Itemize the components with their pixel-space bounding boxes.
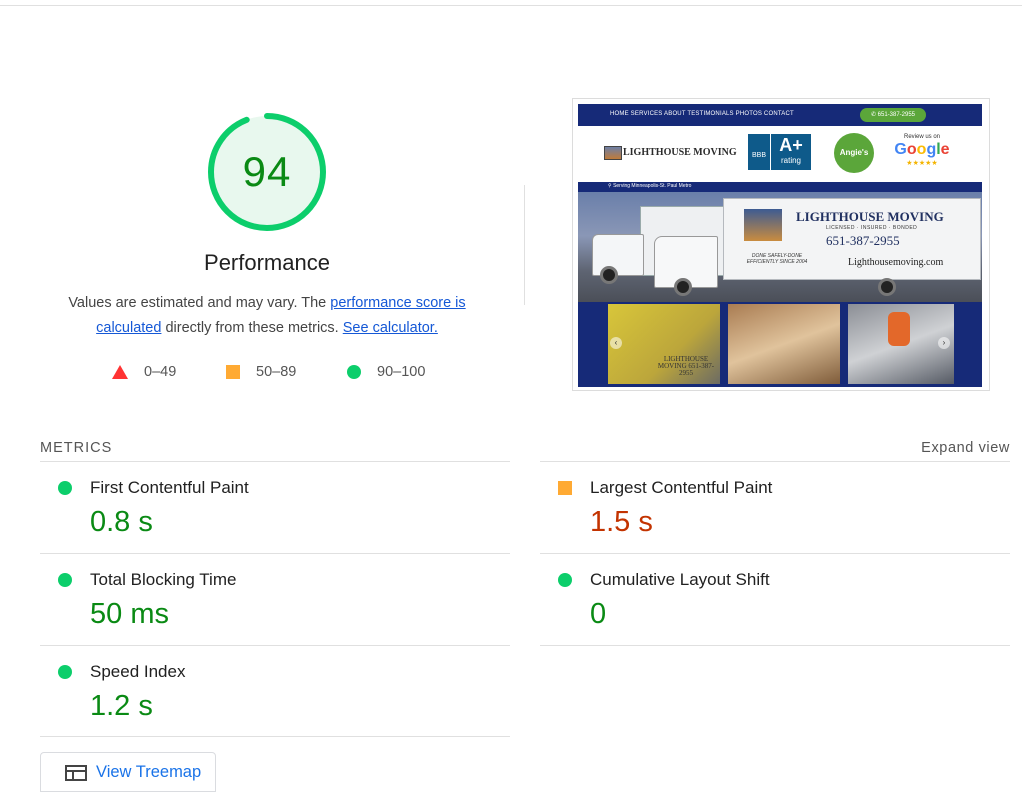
treemap-icon <box>65 765 87 781</box>
legend-pass: 90–100 <box>347 364 425 380</box>
see-calculator-link[interactable]: See calculator. <box>343 320 438 336</box>
metrics-divider <box>40 736 510 737</box>
final-screenshot[interactable]: HOME SERVICES ABOUT TESTIMONIALS PHOTOS … <box>572 98 990 391</box>
legend-range: 90–100 <box>377 364 426 380</box>
metric-largest-contentful-paint: Largest Contentful Paint 1.5 s <box>540 462 1010 552</box>
truck-phone: 651-387-2955 <box>826 233 900 248</box>
gallery-truck-text: LIGHTHOUSE MOVING 651-387-2955 <box>657 355 715 377</box>
wheel <box>878 278 896 296</box>
legend-fail: 0–49 <box>112 364 176 380</box>
website-preview: HOME SERVICES ABOUT TESTIMONIALS PHOTOS … <box>578 104 982 387</box>
aplus-small: rating <box>780 156 801 165</box>
metric-name: Largest Contentful Paint <box>590 478 773 497</box>
aplus-big: A+ <box>779 135 803 155</box>
large-truck: LIGHTHOUSE MOVING LICENSED · INSURED · B… <box>723 198 981 280</box>
mover-figure <box>888 312 910 346</box>
truck-slogan: DONE SAFELY-DONE EFFICIENTLY SINCE 2004 <box>746 253 808 265</box>
gallery-photo-truck: LIGHTHOUSE MOVING 651-387-2955 <box>608 304 720 384</box>
google-logo: Google <box>894 141 950 158</box>
view-treemap-label: View Treemap <box>96 763 202 781</box>
wheel <box>674 278 692 296</box>
legend-range: 50–89 <box>256 364 297 380</box>
green-circle-icon <box>347 365 361 379</box>
small-truck-cab <box>592 234 644 276</box>
angies-list-badge: Angie's list <box>834 133 874 197</box>
gallery-photo-interior <box>728 304 840 384</box>
description-text-2: directly from these metrics. <box>161 320 343 336</box>
site-nav-bar: HOME SERVICES ABOUT TESTIMONIALS PHOTOS … <box>578 104 982 126</box>
metric-value: 50 ms <box>90 598 169 630</box>
site-phone-pill: ✆ 651-387-2955 <box>860 108 926 122</box>
site-nav-links: HOME SERVICES ABOUT TESTIMONIALS PHOTOS … <box>610 111 794 117</box>
metric-value: 0 <box>590 598 607 630</box>
photo-gallery: LIGHTHOUSE MOVING 651-387-2955 ‹ › <box>578 302 982 387</box>
hero-truck-image: LIGHTHOUSE MOVING LICENSED · INSURED · B… <box>578 192 982 302</box>
orange-square-icon <box>226 365 240 379</box>
metric-value: 1.2 s <box>90 690 153 722</box>
legend-range: 0–49 <box>144 364 177 380</box>
chevron-right-icon: › <box>938 337 950 349</box>
truck-subtitle: LICENSED · INSURED · BONDED <box>826 225 918 231</box>
view-treemap-button[interactable]: View Treemap <box>40 752 216 792</box>
metric-value: 0.8 s <box>90 506 153 538</box>
google-stars: ★★★★★ <box>906 160 938 167</box>
wheel <box>600 266 618 284</box>
score-legend: 0–49 50–89 90–100 <box>0 364 540 386</box>
section-divider <box>524 185 525 305</box>
expand-view-toggle[interactable]: Expand view <box>921 440 1010 456</box>
green-circle-icon <box>58 481 72 495</box>
score-description: Values are estimated and may vary. The p… <box>50 291 484 341</box>
performance-title: Performance <box>204 250 330 275</box>
top-divider <box>0 5 1022 6</box>
metric-name: Speed Index <box>90 662 186 681</box>
truck-website: Lighthousemoving.com <box>848 257 944 268</box>
metric-value: 1.5 s <box>590 506 653 538</box>
metric-name: Cumulative Layout Shift <box>590 570 770 589</box>
description-text: Values are estimated and may vary. The <box>68 295 331 311</box>
google-review-badge: Review us on Google ★★★★★ <box>892 134 952 174</box>
metrics-divider <box>540 645 1010 646</box>
site-logo-text: LIGHTHOUSE MOVING <box>623 147 737 158</box>
performance-score: 94 <box>242 148 292 195</box>
truck-title: LIGHTHOUSE MOVING <box>796 209 944 224</box>
legend-average: 50–89 <box>226 364 296 380</box>
performance-gauge: 94 <box>206 111 328 233</box>
strip-text: Serving Minneapolis-St. Paul Metro <box>613 183 692 189</box>
a-plus-rating-badge: A+ rating <box>771 134 811 170</box>
chevron-left-icon: ‹ <box>610 337 622 349</box>
lighthouse-logo-icon <box>604 146 622 160</box>
bbb-badge: BBB <box>748 134 770 170</box>
red-triangle-icon <box>112 365 128 379</box>
metric-total-blocking-time: Total Blocking Time 50 ms <box>40 554 510 644</box>
site-nav-phone: 651-387-2955 <box>877 112 916 118</box>
metric-name: Total Blocking Time <box>90 570 237 589</box>
green-circle-icon <box>58 573 72 587</box>
location-pin-text: ⚲ Serving Minneapolis-St. Paul Metro <box>608 183 692 189</box>
metric-first-contentful-paint: First Contentful Paint 0.8 s <box>40 462 510 552</box>
metric-name: First Contentful Paint <box>90 478 249 497</box>
lighthouse-art <box>744 209 782 241</box>
metrics-heading: METRICS <box>40 440 113 456</box>
orange-square-icon <box>558 481 572 495</box>
site-header: LIGHTHOUSE MOVING BBB A+ rating Angie's … <box>578 126 982 197</box>
metric-speed-index: Speed Index 1.2 s <box>40 646 510 736</box>
green-circle-icon <box>58 665 72 679</box>
green-circle-icon <box>558 573 572 587</box>
metric-cumulative-layout-shift: Cumulative Layout Shift 0 <box>540 554 1010 644</box>
site-location-strip: ⚲ Serving Minneapolis-St. Paul Metro <box>578 182 982 192</box>
